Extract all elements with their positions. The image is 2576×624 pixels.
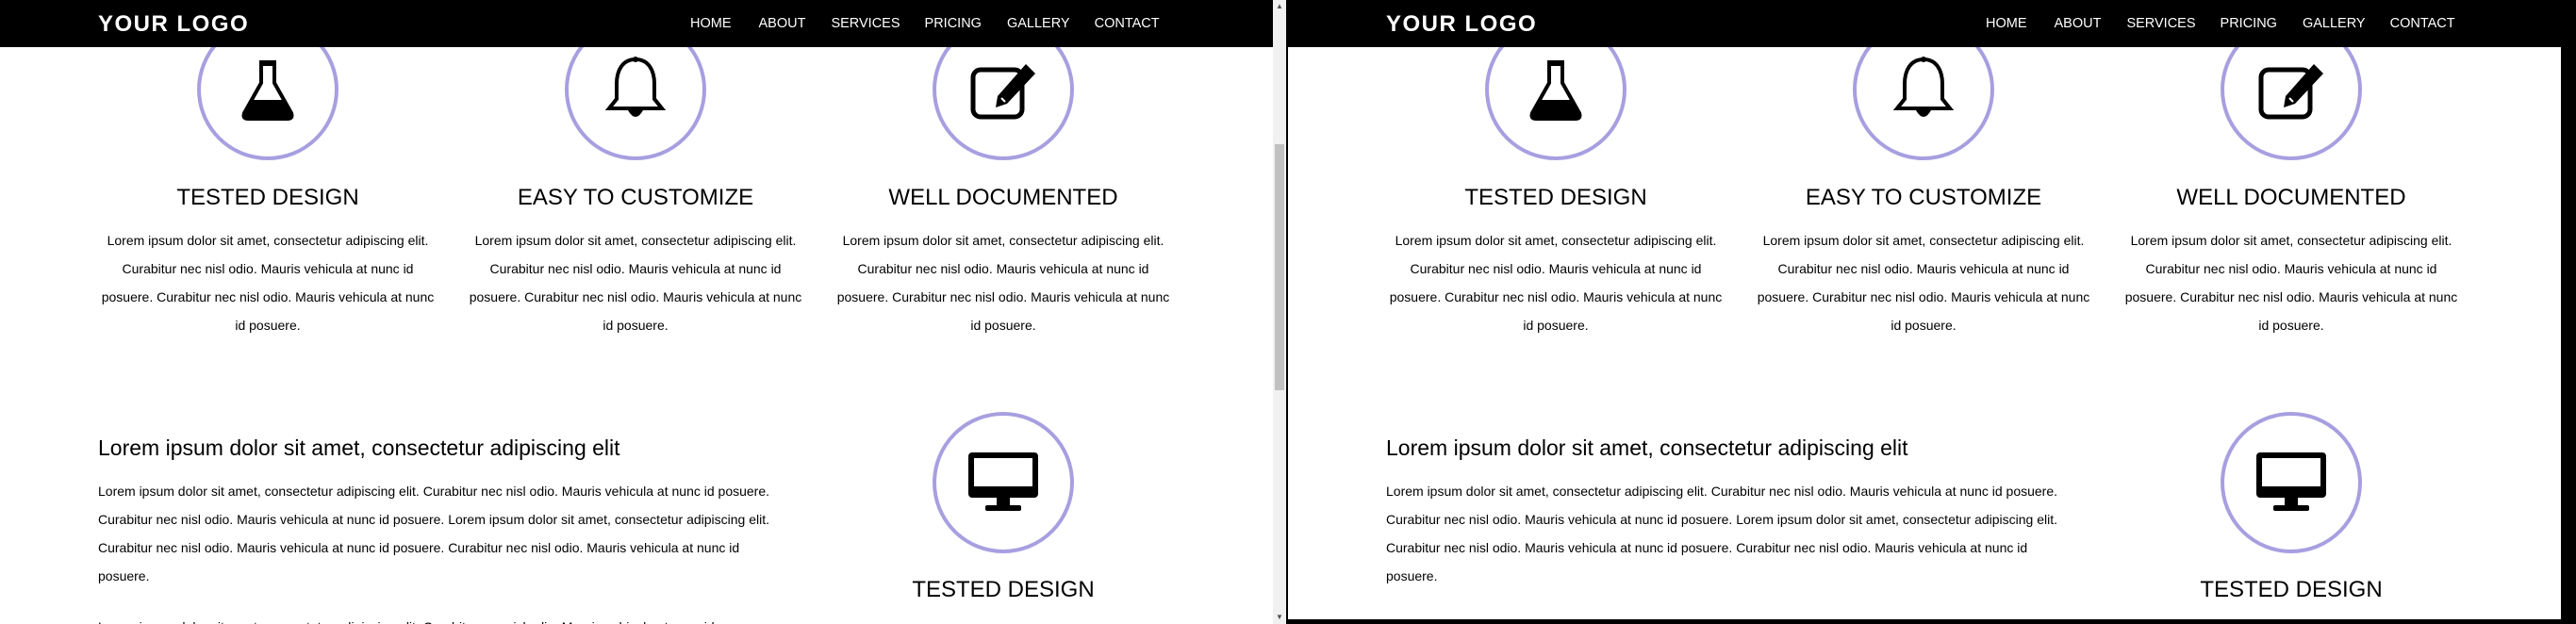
- section-heading: Lorem ipsum dolor sit amet, consectetur …: [98, 435, 620, 460]
- feature-text: Lorem ipsum dolor sit amet, consectetur …: [1389, 233, 1723, 333]
- feature-text: Lorem ipsum dolor sit amet, consectetur …: [836, 233, 1170, 333]
- nav-about[interactable]: ABOUT: [759, 0, 806, 47]
- nav-services[interactable]: SERVICES: [831, 0, 900, 47]
- section-text: Lorem ipsum dolor sit amet, consectetur …: [1386, 484, 2058, 583]
- feature-title: WELL DOCUMENTED: [888, 185, 1118, 210]
- section-text: Lorem ipsum dolor sit amet, consectetur …: [98, 484, 770, 583]
- scrollbar[interactable]: ▲ ▼: [1273, 0, 1286, 624]
- edit-icon: [2258, 64, 2323, 120]
- feature-text: Lorem ipsum dolor sit amet, consectetur …: [1757, 233, 2090, 333]
- feature-icon-circle: [2221, 412, 2362, 553]
- navbar: YOUR LOGO HOME ABOUT SERVICES PRICING GA…: [1288, 0, 2561, 47]
- edit-icon: [970, 64, 1035, 120]
- feature-title: TESTED DESIGN: [1464, 185, 1647, 210]
- nav-about[interactable]: ABOUT: [2055, 0, 2102, 47]
- nav-gallery[interactable]: GALLERY: [2303, 0, 2366, 47]
- feature-title: TESTED DESIGN: [2200, 577, 2383, 602]
- monitor-icon: [2256, 452, 2326, 511]
- navbar: YOUR LOGO HOME ABOUT SERVICES PRICING GA…: [0, 0, 1273, 47]
- feature-text: Lorem ipsum dolor sit amet, consectetur …: [101, 233, 435, 333]
- feature-text: Lorem ipsum dolor sit amet, consectetur …: [2124, 233, 2458, 333]
- nav-contact[interactable]: CONTACT: [2390, 0, 2455, 47]
- bell-icon: [1893, 57, 1954, 117]
- logo[interactable]: YOUR LOGO: [98, 11, 249, 38]
- flask-icon: [241, 60, 294, 121]
- scroll-up-arrow-icon[interactable]: ▲: [1273, 0, 1286, 13]
- scrollbar-thumb[interactable]: [1275, 144, 1284, 390]
- browser-viewport-left: YOUR LOGO HOME ABOUT SERVICES PRICING GA…: [0, 0, 1273, 624]
- feature-title: WELL DOCUMENTED: [2176, 185, 2406, 210]
- section-text-cut: Lorem ipsum dolor sit amet, consectetur …: [98, 613, 796, 624]
- feature-title: EASY TO CUSTOMIZE: [1805, 185, 2042, 210]
- logo[interactable]: YOUR LOGO: [1386, 11, 1537, 38]
- feature-title: TESTED DESIGN: [176, 185, 359, 210]
- feature-title: EASY TO CUSTOMIZE: [517, 185, 754, 210]
- nav-contact[interactable]: CONTACT: [1095, 0, 1160, 47]
- flask-icon: [1529, 60, 1582, 121]
- section-heading: Lorem ipsum dolor sit amet, consectetur …: [1386, 435, 1908, 460]
- bell-icon: [605, 57, 666, 117]
- nav-gallery[interactable]: GALLERY: [1007, 0, 1070, 47]
- scroll-down-arrow-icon[interactable]: ▼: [1273, 611, 1286, 624]
- monitor-icon: [968, 452, 1038, 511]
- nav-services[interactable]: SERVICES: [2126, 0, 2195, 47]
- nav-menu: HOME ABOUT SERVICES PRICING GALLERY CONT…: [1986, 0, 2455, 47]
- feature-title: TESTED DESIGN: [912, 577, 1095, 602]
- browser-viewport-right: YOUR LOGO HOME ABOUT SERVICES PRICING GA…: [1288, 0, 2561, 619]
- nav-home[interactable]: HOME: [1986, 0, 2027, 47]
- nav-pricing[interactable]: PRICING: [925, 0, 982, 47]
- nav-pricing[interactable]: PRICING: [2221, 0, 2277, 47]
- feature-text: Lorem ipsum dolor sit amet, consectetur …: [469, 233, 802, 333]
- nav-home[interactable]: HOME: [690, 0, 732, 47]
- nav-menu: HOME ABOUT SERVICES PRICING GALLERY CONT…: [690, 0, 1160, 47]
- feature-icon-circle: [933, 412, 1074, 553]
